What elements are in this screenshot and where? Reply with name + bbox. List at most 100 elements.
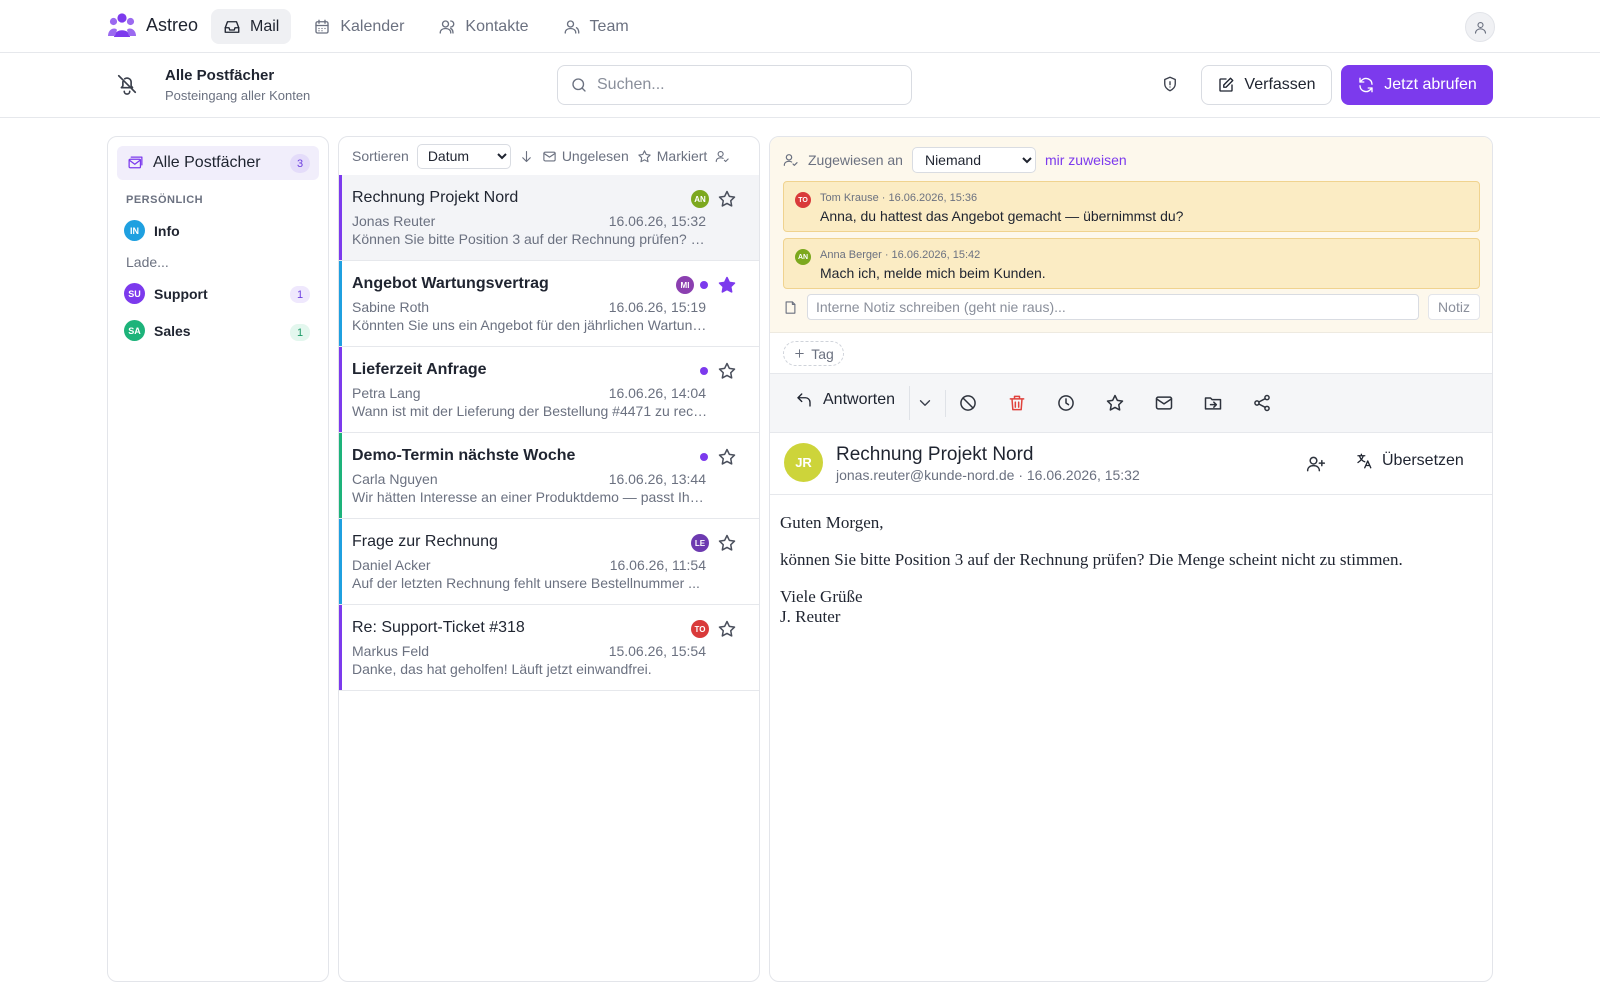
star-toggle[interactable]	[717, 275, 737, 295]
reply-button[interactable]: Antworten	[795, 391, 895, 409]
note-icon	[785, 300, 796, 314]
filter-flagged-button[interactable]: Markiert	[637, 148, 707, 164]
account-color-bar	[339, 605, 342, 690]
sidebar-item-info[interactable]: IN Info	[124, 220, 180, 241]
user-menu-avatar[interactable]	[1465, 12, 1495, 42]
move-button[interactable]	[1203, 393, 1223, 413]
mail-subject: Rechnung Projekt Nord	[352, 189, 519, 206]
mailbox-header: Alle Postfächer Posteingang aller Konten…	[0, 53, 1600, 118]
mail-list-item[interactable]: Rechnung Projekt Nord Jonas Reuter 16.06.2…	[339, 175, 759, 261]
top-nav: Astreo Mail Kalender Kontakte Team	[0, 0, 1600, 53]
sidebar-item-all-mailboxes[interactable]: Alle Postfächer 3	[117, 146, 319, 180]
compose-button[interactable]: Verfassen	[1201, 65, 1332, 105]
toolbar-divider	[945, 390, 946, 417]
body-signature: J. Reuter	[780, 607, 841, 626]
message-header: JR Rechnung Projekt Nord jonas.reuter@ku…	[770, 433, 1492, 495]
spam-button[interactable]	[958, 393, 978, 413]
mail-date: 16.06.26, 15:32	[608, 213, 706, 229]
mail-icon	[543, 151, 556, 161]
mail-date: 15.06.26, 15:54	[608, 643, 706, 659]
filter-assigned-button[interactable]	[715, 149, 730, 164]
filter-unread-button[interactable]: Ungelesen	[542, 148, 629, 164]
nav-tab-mail[interactable]: Mail	[211, 9, 292, 44]
mark-unread-button[interactable]	[1154, 393, 1174, 413]
add-contact-button[interactable]	[1306, 454, 1326, 474]
mail-sender: Sabine Roth	[352, 299, 430, 315]
mail-list-item[interactable]: Frage zur Rechnung Daniel Acker 16.06.26, …	[339, 519, 759, 605]
mail-preview: Könnten Sie uns ein Angebot für den jähr…	[352, 317, 710, 333]
search-input[interactable]	[597, 76, 897, 94]
add-tag-label: Tag	[811, 345, 834, 362]
mail-sender: Daniel Acker	[352, 557, 431, 573]
add-note-button[interactable]: Notiz	[1428, 294, 1480, 320]
message-subject: Rechnung Projekt Nord	[836, 444, 1034, 465]
mail-list-item[interactable]: Demo-Termin nächste Woche Carla Nguyen 16.…	[339, 433, 759, 519]
delete-button[interactable]	[1007, 393, 1027, 413]
star-toggle[interactable]	[717, 619, 737, 639]
flag-button[interactable]	[1105, 393, 1125, 413]
app-brand[interactable]: Astreo	[108, 12, 198, 38]
translate-icon	[1357, 453, 1372, 469]
account-color-bar	[339, 519, 342, 604]
snooze-button[interactable]	[1056, 393, 1076, 413]
nav-tab-label: Mail	[250, 17, 280, 35]
mail-sender: Markus Feld	[352, 643, 430, 659]
sort-select[interactable]: Datum	[416, 143, 511, 169]
user-check-icon	[716, 150, 729, 162]
mail-list-item[interactable]: Angebot Wartungsvertrag Sabine Roth 16.06.…	[339, 261, 759, 347]
assignee-select[interactable]: Niemand	[911, 147, 1036, 173]
account-avatar: IN	[124, 220, 145, 241]
share-button[interactable]	[1252, 393, 1272, 413]
star-toggle[interactable]	[717, 361, 737, 381]
mail-list-item[interactable]: Lieferzeit Anfrage Petra Lang 16.06.26, 14…	[339, 347, 759, 433]
team-logo-icon	[108, 13, 136, 37]
star-icon	[718, 620, 736, 637]
assign-to-me-link[interactable]: mir zuweisen	[1045, 152, 1127, 168]
nav-tab-contacts[interactable]: Kontakte	[426, 9, 540, 44]
unread-dot	[700, 453, 708, 461]
security-button[interactable]	[1161, 75, 1179, 93]
user-plus-icon	[1306, 456, 1326, 472]
mail-sender: Jonas Reuter	[352, 213, 436, 229]
nav-tab-label: Kontakte	[465, 17, 529, 35]
filter-unread-label: Ungelesen	[561, 148, 629, 164]
nav-tab-label: Kalender	[340, 17, 405, 35]
sidebar-item-label: Alle Postfächer	[153, 154, 261, 171]
body-greeting: Guten Morgen,	[780, 513, 884, 532]
trash-icon	[1009, 395, 1025, 411]
sidebar-item-support[interactable]: SU Support	[124, 283, 208, 304]
note-input[interactable]	[807, 294, 1419, 320]
mail-list-item[interactable]: Re: Support-Ticket #318 Markus Feld 15.06.…	[339, 605, 759, 691]
add-tag-button[interactable]: Tag	[783, 341, 844, 366]
shield-icon	[1164, 76, 1176, 92]
assignee-badge: MI	[676, 276, 694, 294]
nav-tab-calendar[interactable]: Kalender	[301, 9, 416, 44]
mail-stack-icon	[128, 155, 143, 168]
star-icon	[1106, 394, 1124, 411]
bell-off-icon	[117, 74, 137, 95]
mail-sender: Carla Nguyen	[352, 471, 438, 487]
sidebar-item-sales[interactable]: SA Sales	[124, 320, 191, 341]
star-toggle[interactable]	[717, 533, 737, 553]
notifications-toggle[interactable]	[116, 73, 138, 95]
account-color-bar	[339, 261, 342, 346]
internal-note: TO Tom Krause · 16.06.2026, 15:36 Anna, …	[783, 181, 1480, 232]
body-paragraph: können Sie bitte Position 3 auf der Rech…	[780, 550, 1403, 569]
user-icon	[1474, 21, 1486, 34]
note-meta: Anna Berger · 16.06.2026, 15:42	[820, 249, 981, 261]
account-color-bar	[339, 347, 342, 432]
star-toggle[interactable]	[717, 189, 737, 209]
mail-subject: Lieferzeit Anfrage	[352, 361, 487, 378]
sort-label: Sortieren	[352, 148, 409, 164]
sort-direction-button[interactable]	[519, 149, 534, 164]
mail-subject: Demo-Termin nächste Woche	[352, 447, 576, 464]
translate-button[interactable]: Übersetzen	[1355, 452, 1464, 470]
unread-count-badge: 3	[290, 154, 310, 173]
fetch-now-button[interactable]: Jetzt abrufen	[1341, 65, 1493, 105]
mail-subject: Frage zur Rechnung	[352, 533, 498, 550]
star-toggle[interactable]	[717, 447, 737, 467]
arrow-down-icon	[522, 150, 531, 162]
mailbox-sidebar: Alle Postfächer 3 PERSÖNLICH IN Info Lad…	[107, 136, 329, 982]
nav-tab-team[interactable]: Team	[551, 9, 641, 44]
reply-options-dropdown[interactable]	[909, 386, 939, 420]
